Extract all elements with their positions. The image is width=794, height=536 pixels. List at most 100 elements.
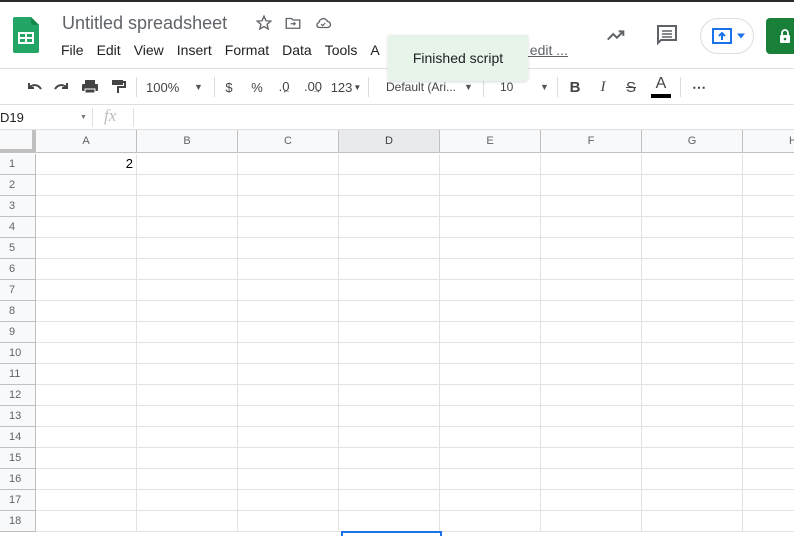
row-header-5[interactable]: 5 [0,238,36,259]
cell-d9[interactable] [339,322,440,343]
menu-tools[interactable]: Tools [325,42,358,58]
row-header-15[interactable]: 15 [0,448,36,469]
cell-e7[interactable] [440,280,541,301]
bold-button[interactable]: B [567,69,583,105]
cell-h3[interactable] [743,196,794,217]
cell-b15[interactable] [137,448,238,469]
cell-h4[interactable] [743,217,794,238]
cell-g7[interactable] [642,280,743,301]
cell-h13[interactable] [743,406,794,427]
cell-c1[interactable] [238,154,339,175]
cell-g5[interactable] [642,238,743,259]
cell-c2[interactable] [238,175,339,196]
cell-h10[interactable] [743,343,794,364]
cell-f8[interactable] [541,301,642,322]
cell-g2[interactable] [642,175,743,196]
cell-e6[interactable] [440,259,541,280]
cell-h7[interactable] [743,280,794,301]
menu-edit[interactable]: Edit [97,42,121,58]
cell-a11[interactable] [36,364,137,385]
cell-c13[interactable] [238,406,339,427]
cell-e9[interactable] [440,322,541,343]
activity-trend-icon[interactable] [605,24,627,46]
cell-h1[interactable] [743,154,794,175]
cell-e2[interactable] [440,175,541,196]
menu-file[interactable]: File [61,42,84,58]
cell-c3[interactable] [238,196,339,217]
cell-d18[interactable] [339,511,440,532]
cell-f17[interactable] [541,490,642,511]
cell-d4[interactable] [339,217,440,238]
cell-c16[interactable] [238,469,339,490]
row-header-11[interactable]: 11 [0,364,36,385]
cell-e18[interactable] [440,511,541,532]
cell-f11[interactable] [541,364,642,385]
cell-f15[interactable] [541,448,642,469]
menu-addons[interactable]: A [370,42,379,58]
column-header-c[interactable]: C [238,130,339,153]
row-header-1[interactable]: 1 [0,154,36,175]
cell-a1[interactable]: 2 [36,154,137,175]
cell-a16[interactable] [36,469,137,490]
sheets-logo-icon[interactable] [13,17,39,53]
row-header-17[interactable]: 17 [0,490,36,511]
cell-a3[interactable] [36,196,137,217]
cell-g3[interactable] [642,196,743,217]
cell-h14[interactable] [743,427,794,448]
cell-c11[interactable] [238,364,339,385]
cell-b17[interactable] [137,490,238,511]
italic-button[interactable]: I [595,69,611,105]
cell-a8[interactable] [36,301,137,322]
row-header-8[interactable]: 8 [0,301,36,322]
cell-d6[interactable] [339,259,440,280]
cell-f1[interactable] [541,154,642,175]
row-header-16[interactable]: 16 [0,469,36,490]
cell-f4[interactable] [541,217,642,238]
cell-f6[interactable] [541,259,642,280]
cell-c10[interactable] [238,343,339,364]
cell-g11[interactable] [642,364,743,385]
cell-h15[interactable] [743,448,794,469]
cell-f13[interactable] [541,406,642,427]
cell-e11[interactable] [440,364,541,385]
cell-a17[interactable] [36,490,137,511]
cell-f12[interactable] [541,385,642,406]
cell-g6[interactable] [642,259,743,280]
column-header-g[interactable]: G [642,130,743,153]
cell-g9[interactable] [642,322,743,343]
cell-f7[interactable] [541,280,642,301]
cell-d13[interactable] [339,406,440,427]
cell-e1[interactable] [440,154,541,175]
menu-format[interactable]: Format [225,42,269,58]
cell-d10[interactable] [339,343,440,364]
cell-h11[interactable] [743,364,794,385]
row-header-4[interactable]: 4 [0,217,36,238]
cell-a10[interactable] [36,343,137,364]
row-header-9[interactable]: 9 [0,322,36,343]
cell-a14[interactable] [36,427,137,448]
undo-icon[interactable] [24,69,44,105]
cell-e17[interactable] [440,490,541,511]
redo-icon[interactable] [52,69,72,105]
more-options-button[interactable]: ⋯ [690,69,708,105]
cell-b9[interactable] [137,322,238,343]
cell-g15[interactable] [642,448,743,469]
cell-b8[interactable] [137,301,238,322]
cell-b2[interactable] [137,175,238,196]
present-button[interactable] [700,18,754,54]
cell-d14[interactable] [339,427,440,448]
currency-format-button[interactable]: $ [220,69,238,105]
column-header-b[interactable]: B [137,130,238,153]
row-header-12[interactable]: 12 [0,385,36,406]
cell-c8[interactable] [238,301,339,322]
cell-d15[interactable] [339,448,440,469]
cell-c6[interactable] [238,259,339,280]
cell-f16[interactable] [541,469,642,490]
cell-a4[interactable] [36,217,137,238]
row-header-2[interactable]: 2 [0,175,36,196]
cell-a2[interactable] [36,175,137,196]
cell-a13[interactable] [36,406,137,427]
cell-g8[interactable] [642,301,743,322]
cell-a9[interactable] [36,322,137,343]
text-color-button[interactable]: A [651,69,671,105]
